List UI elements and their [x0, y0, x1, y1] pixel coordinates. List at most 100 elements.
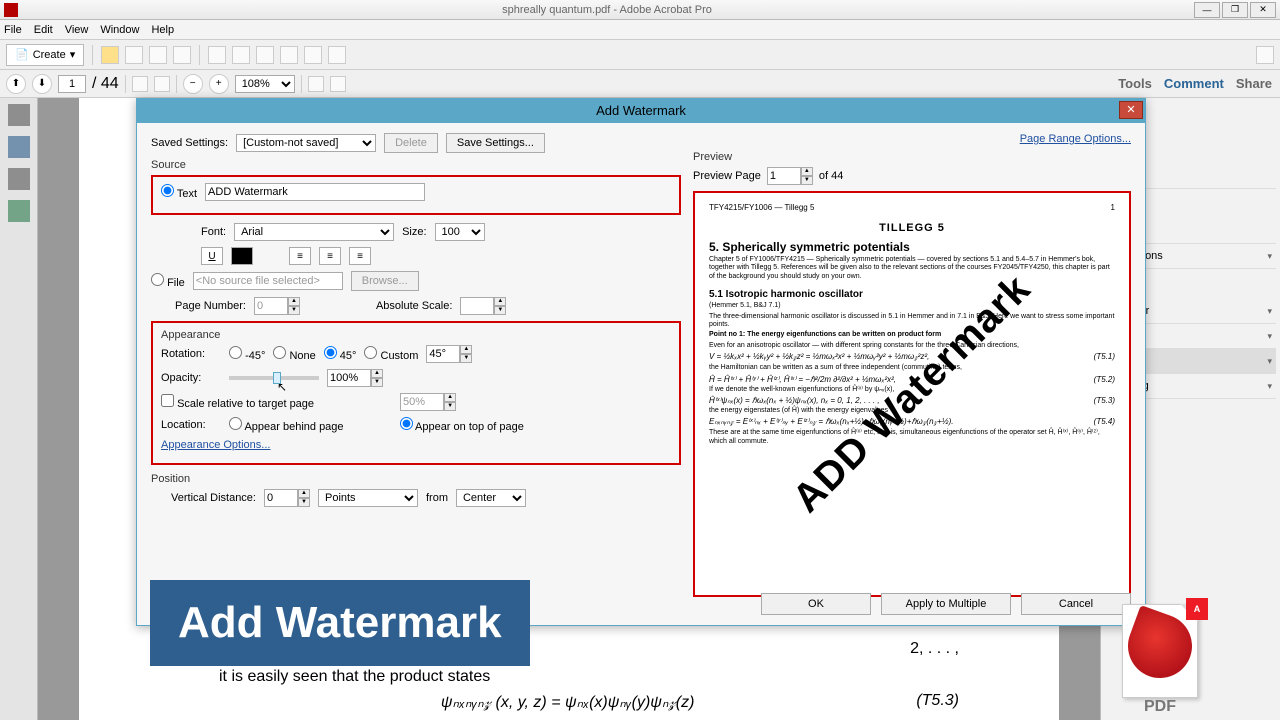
- main-toolbar: 📄 Create ▾: [0, 40, 1280, 70]
- rotation-label: Rotation:: [161, 348, 221, 360]
- opacity-slider[interactable]: ↖: [229, 376, 319, 380]
- apply-multiple-button[interactable]: Apply to Multiple: [881, 593, 1011, 615]
- absolute-scale-label: Absolute Scale:: [376, 300, 452, 312]
- open-icon[interactable]: [101, 46, 119, 64]
- align-left-button[interactable]: ≡: [289, 247, 311, 265]
- tab-comment[interactable]: Comment: [1164, 76, 1224, 91]
- hand-icon[interactable]: [154, 76, 170, 92]
- location-top[interactable]: Appear on top of page: [400, 417, 524, 433]
- from-label: from: [426, 492, 448, 504]
- dialog-close-button[interactable]: ✕: [1119, 101, 1143, 119]
- fit-width-icon[interactable]: [308, 76, 324, 92]
- close-window-button[interactable]: ✕: [1250, 2, 1276, 18]
- attachments-icon[interactable]: [8, 168, 30, 190]
- menu-file[interactable]: File: [4, 24, 22, 36]
- zoom-out-button[interactable]: −: [183, 74, 203, 94]
- page-total: / 44: [92, 75, 119, 93]
- select-icon[interactable]: [132, 76, 148, 92]
- appearance-label: Appearance: [161, 329, 671, 341]
- align-right-button[interactable]: ≡: [349, 247, 371, 265]
- size-select[interactable]: 100: [435, 223, 485, 241]
- adobe-icon: A: [1186, 598, 1208, 620]
- menu-edit[interactable]: Edit: [34, 24, 53, 36]
- page-number-label: Page Number:: [175, 300, 246, 312]
- zoom-in-button[interactable]: +: [209, 74, 229, 94]
- save-icon[interactable]: [125, 46, 143, 64]
- text-radio[interactable]: Text: [161, 184, 197, 200]
- scale-relative-spinner[interactable]: ▲▼: [400, 393, 456, 411]
- position-label: Position: [151, 473, 681, 485]
- fit-page-icon[interactable]: [330, 76, 346, 92]
- delete-button[interactable]: Delete: [384, 133, 438, 153]
- multimedia-icon[interactable]: [304, 46, 322, 64]
- create-button[interactable]: 📄 Create ▾: [6, 44, 84, 66]
- left-sidebar: [0, 98, 38, 720]
- doc-eqno: (T5.3): [916, 692, 959, 712]
- signatures-icon[interactable]: [8, 200, 30, 222]
- cursor-icon: ↖: [277, 380, 287, 394]
- tab-share[interactable]: Share: [1236, 76, 1272, 91]
- window-titlebar: sphreally quantum.pdf - Adobe Acrobat Pr…: [0, 0, 1280, 20]
- opacity-spinner[interactable]: ▲▼: [327, 369, 383, 387]
- menubar: File Edit View Window Help: [0, 20, 1280, 40]
- export-icon[interactable]: [256, 46, 274, 64]
- vertical-distance-spinner[interactable]: ▲▼: [264, 489, 310, 507]
- app-icon: [4, 3, 18, 17]
- form-icon[interactable]: [280, 46, 298, 64]
- rotation-none[interactable]: None: [273, 346, 315, 362]
- bookmarks-icon[interactable]: [8, 136, 30, 158]
- page-input[interactable]: [58, 75, 86, 93]
- appearance-group: Appearance Rotation: -45° None 45° Custo…: [151, 321, 681, 465]
- ok-button[interactable]: OK: [761, 593, 871, 615]
- rotation-neg45[interactable]: -45°: [229, 346, 265, 362]
- opacity-label: Opacity:: [161, 372, 221, 384]
- absolute-scale-spinner[interactable]: ▲▼: [460, 297, 506, 315]
- comment-icon[interactable]: [232, 46, 250, 64]
- font-select[interactable]: Arial: [234, 223, 394, 241]
- save-settings-button[interactable]: Save Settings...: [446, 133, 545, 153]
- menu-window[interactable]: Window: [100, 24, 139, 36]
- add-watermark-dialog: Add Watermark ✕ Saved Settings: [Custom-…: [136, 98, 1146, 626]
- location-label: Location:: [161, 419, 221, 431]
- tab-tools[interactable]: Tools: [1118, 76, 1152, 91]
- font-label: Font:: [201, 226, 226, 238]
- saved-settings-select[interactable]: [Custom-not saved]: [236, 134, 376, 152]
- expand-icon[interactable]: [1256, 46, 1274, 64]
- thumbnails-icon[interactable]: [8, 104, 30, 126]
- from-select[interactable]: Center: [456, 489, 526, 507]
- saved-settings-label: Saved Settings:: [151, 137, 228, 149]
- rotation-custom-spinner[interactable]: ▲▼: [426, 345, 472, 363]
- email-icon[interactable]: [173, 46, 191, 64]
- units-select[interactable]: Points: [318, 489, 418, 507]
- watermark-text-input[interactable]: [205, 183, 425, 201]
- minimize-button[interactable]: —: [1194, 2, 1220, 18]
- scale-relative-checkbox[interactable]: Scale relative to target page: [161, 394, 314, 410]
- page-down-button[interactable]: ⬇: [32, 74, 52, 94]
- sign-icon[interactable]: [328, 46, 346, 64]
- preview-page-spinner[interactable]: ▲▼: [767, 167, 813, 185]
- appearance-options-link[interactable]: Appearance Options...: [161, 439, 270, 451]
- gear-icon[interactable]: [208, 46, 226, 64]
- browse-button[interactable]: Browse...: [351, 271, 419, 291]
- file-radio[interactable]: File: [151, 273, 185, 289]
- menu-view[interactable]: View: [65, 24, 89, 36]
- page-number-spinner[interactable]: ▲▼: [254, 297, 300, 315]
- vertical-distance-label: Vertical Distance:: [171, 492, 256, 504]
- location-behind[interactable]: Appear behind page: [229, 417, 344, 433]
- page-range-link[interactable]: Page Range Options...: [1020, 133, 1131, 145]
- menu-help[interactable]: Help: [151, 24, 174, 36]
- restore-button[interactable]: ❐: [1222, 2, 1248, 18]
- align-center-button[interactable]: ≡: [319, 247, 341, 265]
- source-label: Source: [151, 159, 681, 171]
- rotation-45[interactable]: 45°: [324, 346, 357, 362]
- page-up-button[interactable]: ⬆: [6, 74, 26, 94]
- dialog-title: Add Watermark ✕: [137, 99, 1145, 123]
- zoom-select[interactable]: 108%: [235, 75, 295, 93]
- color-button[interactable]: [231, 247, 253, 265]
- file-path-input[interactable]: [193, 272, 343, 290]
- size-label: Size:: [402, 226, 426, 238]
- print-icon[interactable]: [149, 46, 167, 64]
- rotation-custom[interactable]: Custom: [364, 346, 418, 362]
- preview-of: of 44: [819, 170, 843, 182]
- underline-button[interactable]: U: [201, 247, 223, 265]
